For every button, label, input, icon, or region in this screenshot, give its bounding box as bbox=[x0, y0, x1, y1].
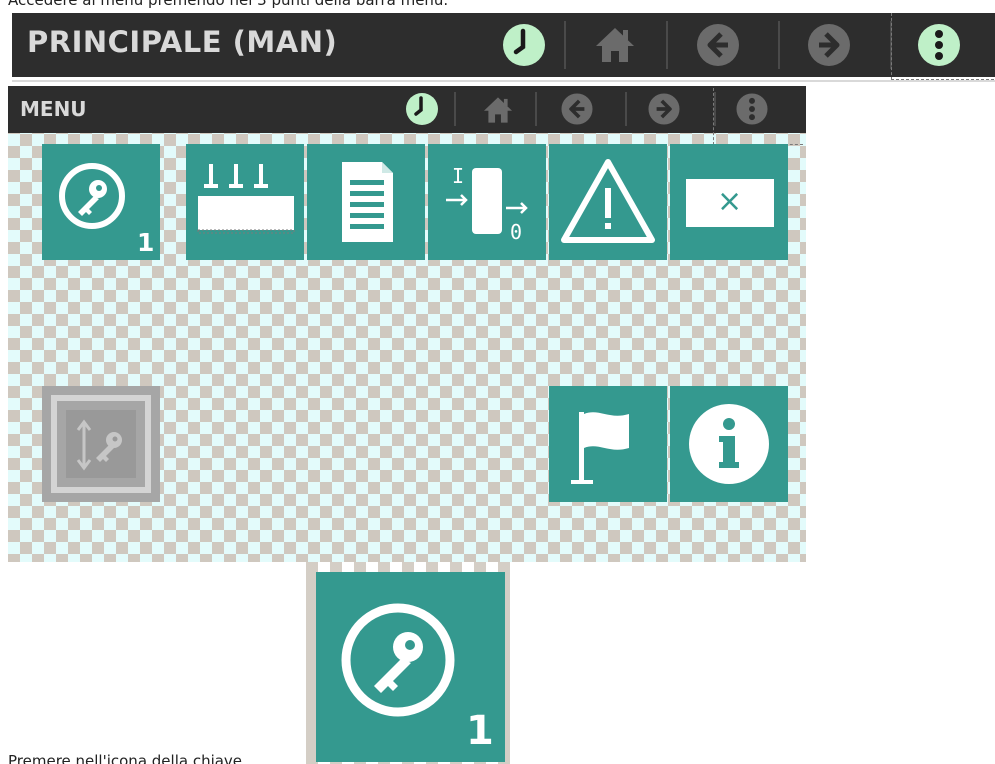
menu-bar: MENU bbox=[8, 86, 806, 133]
instruction-caption-top: Accedere al menu premendo nei 3 punti de… bbox=[8, 0, 449, 9]
output-label: 0 bbox=[510, 220, 523, 244]
highlight-box-more bbox=[713, 88, 803, 145]
menu-screen: MENU 1 I 0 × bbox=[8, 86, 806, 562]
toolbar-separator bbox=[535, 92, 537, 126]
toolbar-separator bbox=[778, 21, 780, 69]
key-badge: 1 bbox=[466, 708, 494, 754]
instruction-caption-bottom: Premere nell'icona della chiave bbox=[8, 752, 243, 764]
key-login-tile-zoomed[interactable]: 1 bbox=[316, 572, 505, 762]
info-tile[interactable] bbox=[670, 386, 788, 502]
flag-icon bbox=[571, 412, 629, 484]
top-bar-title: PRINCIPALE (MAN) bbox=[27, 25, 338, 59]
toolbar-separator bbox=[564, 21, 566, 69]
menu-bar-title: MENU bbox=[20, 97, 87, 121]
key-transfer-tile-disabled bbox=[42, 386, 160, 502]
back-arrow-icon[interactable] bbox=[560, 92, 594, 126]
flag-tile[interactable] bbox=[549, 386, 667, 502]
close-window-tile[interactable]: × bbox=[670, 144, 788, 260]
machine-setup-tile[interactable] bbox=[186, 144, 304, 260]
home-icon[interactable] bbox=[592, 22, 638, 68]
warning-tile[interactable] bbox=[549, 144, 667, 260]
clock-icon[interactable] bbox=[405, 92, 439, 126]
machine-setup-icon bbox=[197, 164, 295, 234]
toolbar-separator bbox=[454, 92, 456, 126]
home-icon[interactable] bbox=[481, 93, 515, 127]
key-badge: 1 bbox=[137, 228, 155, 257]
warning-icon bbox=[561, 159, 655, 243]
toolbar-separator bbox=[625, 92, 627, 126]
io-module-tile[interactable]: I 0 bbox=[428, 144, 546, 260]
forward-arrow-icon[interactable] bbox=[647, 92, 681, 126]
top-bar: PRINCIPALE (MAN) bbox=[12, 13, 995, 80]
highlight-box-more bbox=[891, 13, 994, 80]
key-transfer-icon bbox=[51, 395, 151, 493]
clock-icon[interactable] bbox=[501, 22, 547, 68]
input-label: I bbox=[452, 164, 465, 188]
key-login-tile[interactable]: 1 bbox=[42, 144, 160, 260]
forward-arrow-icon[interactable] bbox=[806, 22, 852, 68]
page: Accedere al menu premendo nei 3 punti de… bbox=[0, 0, 995, 764]
close-glyph: × bbox=[717, 184, 743, 219]
back-arrow-icon[interactable] bbox=[695, 22, 741, 68]
document-icon bbox=[342, 162, 393, 242]
document-tile[interactable] bbox=[307, 144, 425, 260]
io-module-icon bbox=[446, 168, 528, 234]
info-icon bbox=[689, 404, 769, 484]
toolbar-separator bbox=[666, 21, 668, 69]
